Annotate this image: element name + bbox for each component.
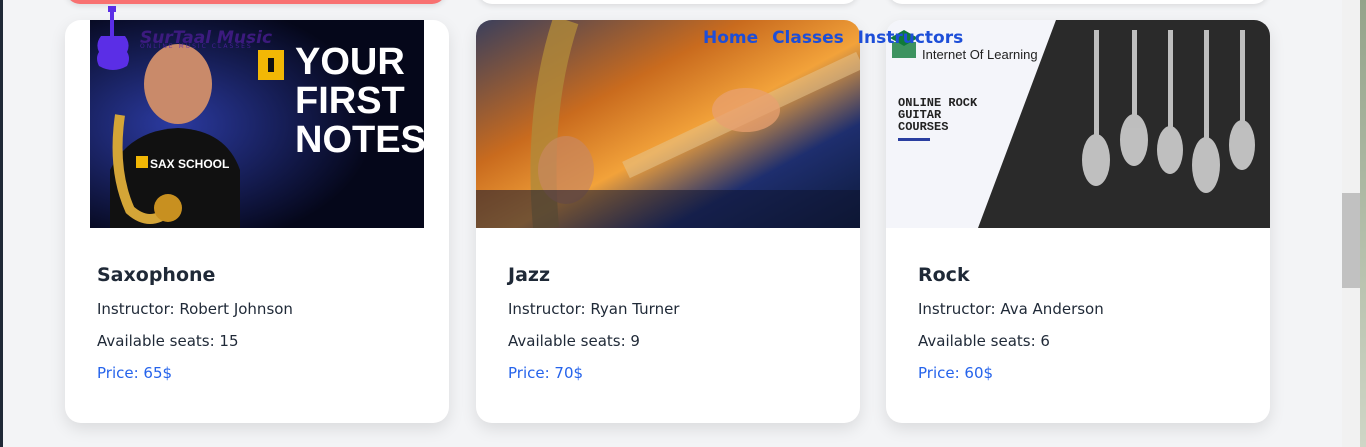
card-above-sliver (888, 0, 1268, 4)
image-headline-line: YOUR (295, 41, 405, 83)
image-headline-line: FIRST (295, 80, 405, 122)
nav-instructors-link[interactable]: Instructors (858, 28, 964, 48)
main-nav: Home Classes Instructors (703, 28, 971, 48)
class-title: Jazz (508, 264, 551, 286)
class-seats: Available seats: 6 (918, 332, 1050, 350)
class-title: Rock (918, 264, 970, 286)
class-card-rock[interactable]: Internet Of Learning ONLINE ROCK GUITAR … (886, 20, 1270, 423)
card-above-sliver (66, 0, 446, 4)
nav-classes-link[interactable]: Classes (772, 28, 844, 48)
image-headline-line: NOTES! (295, 119, 424, 161)
class-price: Price: 70$ (508, 364, 584, 382)
jazz-class-image (476, 20, 860, 228)
class-instructor: Instructor: Robert Johnson (97, 300, 293, 318)
class-price: Price: 60$ (918, 364, 994, 382)
class-title: Saxophone (97, 264, 216, 286)
rock-image-brand: Internet Of Learning (922, 47, 1038, 62)
rock-image-headline: COURSES (898, 120, 948, 134)
class-instructor: Instructor: Ryan Turner (508, 300, 680, 318)
card-above-sliver (478, 0, 858, 4)
scrollbar-thumb[interactable] (1342, 193, 1360, 288)
guitar-logo-icon (97, 6, 129, 70)
rock-class-image: Internet Of Learning ONLINE ROCK GUITAR … (886, 20, 1270, 228)
logo-subtitle: ONLINE MUSIC CLASSES (140, 43, 253, 50)
class-card-jazz[interactable]: Jazz Instructor: Ryan Turner Available s… (476, 20, 860, 423)
window-left-border (0, 0, 3, 447)
class-instructor: Instructor: Ava Anderson (918, 300, 1104, 318)
sax-school-badge-text: SAX SCHOOL (150, 157, 229, 171)
class-seats: Available seats: 15 (97, 332, 239, 350)
saxophone-class-image: SAX SCHOOL YOUR FIRST NOTES! (90, 20, 424, 228)
class-seats: Available seats: 9 (508, 332, 640, 350)
class-card-saxophone[interactable]: SAX SCHOOL YOUR FIRST NOTES! Saxophone I… (65, 20, 449, 423)
nav-home-link[interactable]: Home (703, 28, 758, 48)
class-price: Price: 65$ (97, 364, 173, 382)
